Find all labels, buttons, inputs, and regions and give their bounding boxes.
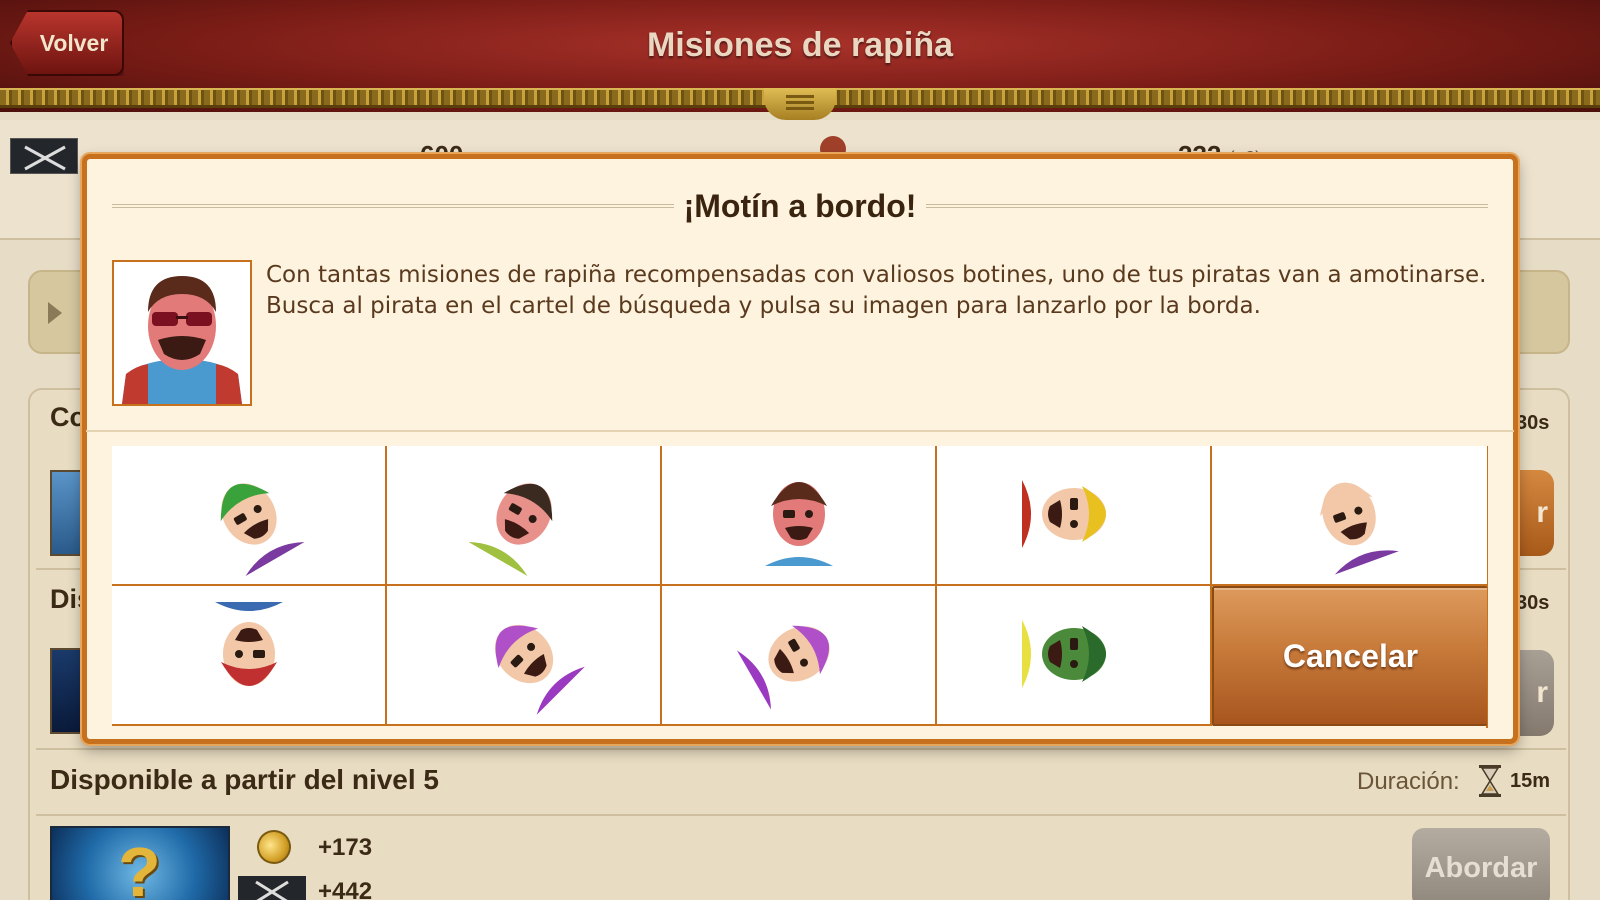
pirate-cell-4[interactable] [937, 446, 1212, 586]
page-title: Misiones de rapiña [646, 26, 954, 64]
dialog-message: Con tantas misiones de rapiña recompensa… [266, 262, 1487, 319]
dialog-title: ¡Motín a bordo! [683, 188, 917, 224]
dialog-separator [86, 430, 1514, 432]
mission-row-2-button[interactable]: r [1520, 650, 1554, 736]
mission-row-1-time: 30s [1516, 412, 1550, 434]
mission-row-1-thumbnail [50, 470, 82, 556]
title-rule-left [112, 204, 674, 208]
pirate-cell-2[interactable] [387, 446, 662, 586]
pirate-red-horned-icon [468, 483, 553, 577]
mission-row-2-thumbnail [50, 648, 82, 734]
crossed-swords-icon [238, 876, 306, 900]
board-button[interactable]: Abordar [1412, 828, 1550, 900]
pirate-cell-5[interactable] [1212, 446, 1487, 586]
pirate-purple-hat-icon [736, 625, 830, 710]
cancel-button[interactable]: Cancelar [1212, 586, 1487, 726]
mission-row-1-button[interactable]: r [1520, 470, 1554, 556]
pirate-yellow-hat-icon [1022, 480, 1106, 548]
pirate-green-masked-icon [1022, 620, 1106, 688]
wanted-poster-grid: Cancelar [112, 446, 1488, 728]
mutineer-portrait [112, 260, 252, 406]
duration-label: Duración: [1357, 768, 1460, 795]
pirate-cell-9[interactable] [937, 586, 1212, 726]
question-mark-icon: ? [118, 833, 161, 900]
pirate-cell-3[interactable] [662, 446, 937, 586]
crossed-swords-icon [10, 138, 78, 174]
reward-plunder: +442 [318, 878, 373, 900]
pirate-cell-7[interactable] [387, 586, 662, 726]
pirate-cell-8[interactable] [662, 586, 937, 726]
expand-arrow-icon[interactable] [48, 302, 62, 324]
title-rule-right [926, 204, 1488, 208]
mission-row-3-title: Disponible a partir del nivel 5 [50, 764, 439, 795]
pirate-cell-1[interactable] [112, 446, 387, 586]
pirate-mutineer-icon [765, 482, 833, 566]
mission-row-2-time: 30s [1516, 592, 1550, 614]
duration-value: 15m [1510, 770, 1551, 792]
mission-row-1-title: Co [50, 402, 86, 432]
pirate-cell-6[interactable] [112, 586, 387, 726]
pirate-green-bandana-icon [220, 483, 305, 577]
back-button[interactable]: Volver [10, 10, 124, 76]
pirate-bald-eyepatch-icon [1319, 482, 1399, 575]
reward-coins: +173 [318, 834, 373, 861]
pirate-red-blue-hat-icon [215, 602, 283, 686]
hourglass-icon [1478, 765, 1502, 797]
row-divider [36, 814, 1566, 816]
pirate-purple-bandana-icon [494, 624, 585, 715]
row-divider [36, 748, 1566, 750]
header-pull-tab-icon[interactable] [764, 88, 836, 120]
